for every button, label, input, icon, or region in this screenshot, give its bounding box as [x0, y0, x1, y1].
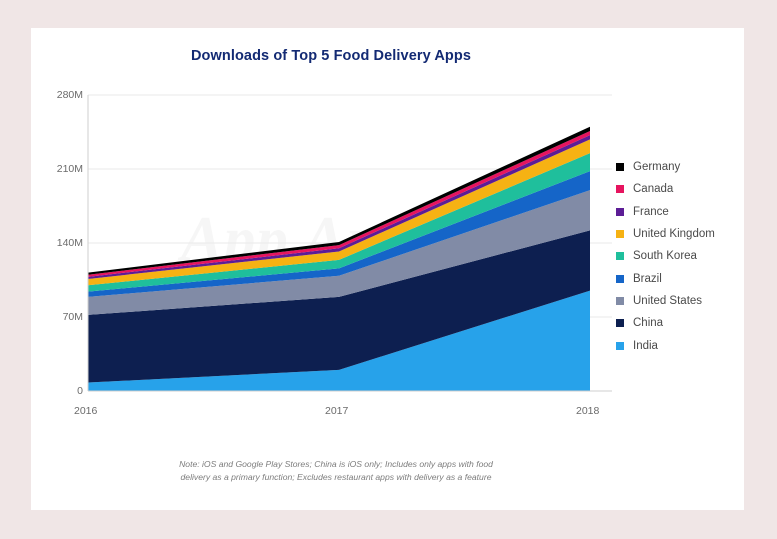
- legend-label: India: [633, 339, 658, 352]
- footnote-line-1: Note: iOS and Google Play Stores; China …: [179, 459, 493, 469]
- legend-item-united-states[interactable]: United States: [616, 290, 746, 312]
- legend-swatch-icon: [616, 274, 624, 283]
- legend-item-canada[interactable]: Canada: [616, 178, 746, 200]
- legend-label: Germany: [633, 161, 681, 174]
- legend-label: Canada: [633, 183, 674, 196]
- chart-legend: Germany Canada France United Kingdom South K…: [616, 156, 746, 357]
- legend-item-brazil[interactable]: Brazil: [616, 267, 746, 289]
- legend-swatch-icon: [616, 341, 624, 350]
- y-tick-label: 140M: [56, 237, 83, 249]
- chart-footnote: Note: iOS and Google Play Stores; China …: [111, 458, 561, 485]
- y-axis-ticks: 0 70M 140M 210M 280M: [31, 28, 83, 510]
- legend-item-south-korea[interactable]: South Korea: [616, 245, 746, 267]
- legend-item-united-kingdom[interactable]: United Kingdom: [616, 223, 746, 245]
- legend-item-india[interactable]: India: [616, 334, 746, 356]
- legend-label: Brazil: [633, 272, 662, 285]
- legend-swatch-icon: [616, 230, 624, 239]
- footnote-line-2: delivery as a primary function; Excludes…: [180, 472, 492, 483]
- y-tick-label: 280M: [56, 89, 83, 101]
- legend-swatch-icon: [616, 252, 624, 261]
- legend-label: United Kingdom: [633, 228, 715, 241]
- y-tick-label: 0: [77, 385, 83, 397]
- legend-swatch-icon: [616, 185, 624, 194]
- legend-swatch-icon: [616, 207, 624, 216]
- x-tick-label: 2018: [576, 405, 600, 417]
- legend-label: South Korea: [633, 250, 697, 263]
- legend-label: France: [633, 205, 669, 218]
- y-tick-label: 210M: [56, 163, 83, 175]
- legend-item-germany[interactable]: Germany: [616, 156, 746, 178]
- x-tick-label: 2016: [74, 405, 98, 417]
- legend-item-france[interactable]: France: [616, 201, 746, 223]
- legend-item-china[interactable]: China: [616, 312, 746, 334]
- x-tick-label: 2017: [325, 405, 349, 417]
- y-tick-label: 70M: [62, 311, 83, 323]
- legend-swatch-icon: [616, 163, 624, 172]
- legend-label: China: [633, 317, 664, 330]
- chart-card: Downloads of Top 5 Food Delivery Apps Ap…: [31, 28, 744, 510]
- legend-label: United States: [633, 294, 703, 307]
- legend-swatch-icon: [616, 296, 624, 305]
- legend-swatch-icon: [616, 319, 624, 328]
